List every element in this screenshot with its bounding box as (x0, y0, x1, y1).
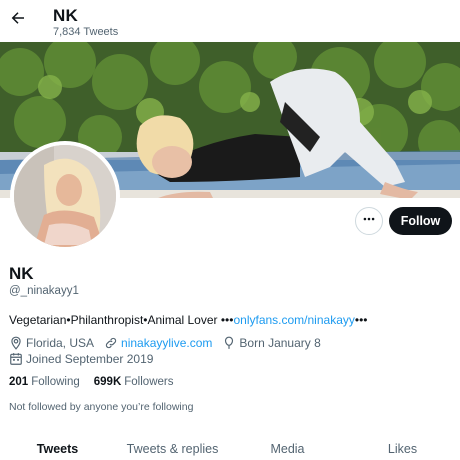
profile-meta-row: Florida, USA ninakayylive.com Born Janua… (9, 336, 331, 350)
followed-by-note: Not followed by anyone you’re following (9, 401, 194, 413)
user-handle: @_ninakayy1 (9, 285, 79, 297)
birthday-text: Born January 8 (239, 336, 321, 350)
bio-text: Vegetarian•Philanthropist•Animal Lover •… (9, 313, 234, 327)
back-button[interactable] (6, 8, 30, 32)
location-pin-icon (9, 336, 23, 350)
birthday-item: Born January 8 (222, 336, 321, 350)
joined-text: Joined September 2019 (26, 352, 154, 366)
website-item: ninakayylive.com (104, 336, 212, 350)
location-item: Florida, USA (9, 336, 94, 350)
more-options-button[interactable] (355, 207, 383, 235)
tweet-count: 7,834 Tweets (53, 26, 119, 38)
follow-stats: 201 Following 699K Followers (9, 376, 187, 388)
followers-label: Followers (124, 376, 174, 388)
balloon-icon (222, 336, 236, 350)
calendar-icon (9, 352, 23, 366)
profile-tabs: Tweets Tweets & replies Media Likes (0, 432, 460, 460)
following-label: Following (31, 376, 80, 388)
following-stat[interactable]: 201 Following (9, 376, 80, 388)
bio-link[interactable]: onlyfans.com/ninakayy (233, 313, 354, 327)
display-name: NK (9, 264, 34, 283)
followers-count: 699K (93, 376, 122, 388)
bio-suffix: ••• (354, 313, 368, 327)
tab-tweets-replies[interactable]: Tweets & replies (115, 432, 230, 460)
profile-header: NK 7,834 Tweets (0, 0, 460, 42)
tab-likes[interactable]: Likes (345, 432, 460, 460)
arrow-left-icon (9, 9, 27, 32)
more-horizontal-icon (362, 212, 376, 231)
website-link[interactable]: ninakayylive.com (121, 336, 212, 350)
joined-row: Joined September 2019 (9, 352, 163, 366)
following-count: 201 (9, 376, 29, 388)
follow-button[interactable]: Follow (389, 207, 452, 235)
tab-tweets[interactable]: Tweets (0, 432, 115, 460)
link-icon (104, 336, 118, 350)
location-text: Florida, USA (26, 336, 95, 350)
profile-bio: Vegetarian•Philanthropist•Animal Lover •… (9, 313, 367, 327)
followers-stat[interactable]: 699K Followers (94, 376, 174, 388)
avatar[interactable] (10, 141, 120, 251)
tab-media[interactable]: Media (230, 432, 345, 460)
header-title: NK (53, 6, 78, 25)
joined-item: Joined September 2019 (9, 352, 153, 366)
